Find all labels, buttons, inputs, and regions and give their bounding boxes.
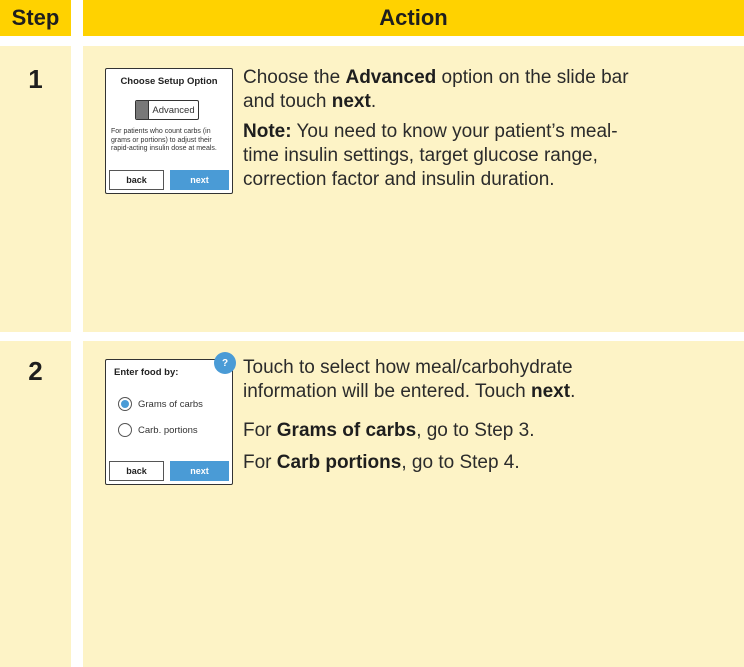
setup-option-screen: Choose Setup Option Advanced For patient… bbox=[105, 68, 233, 194]
instruction-table: Step Action 1 Choose Setup Option Advanc… bbox=[0, 0, 744, 667]
radio-empty-icon[interactable] bbox=[118, 423, 132, 437]
option-portions[interactable]: Carb. portions bbox=[118, 423, 198, 437]
enter-food-screen: Enter food by: ? Grams of carbs Carb. po… bbox=[105, 352, 236, 485]
advanced-slide-bar[interactable]: Advanced bbox=[135, 100, 199, 120]
step-number-2: 2 bbox=[28, 356, 43, 386]
header-action: Action bbox=[83, 0, 744, 36]
next-button[interactable]: next bbox=[170, 461, 229, 481]
back-button[interactable]: back bbox=[109, 170, 164, 190]
back-button[interactable]: back bbox=[109, 461, 164, 481]
slide-knob[interactable] bbox=[136, 101, 149, 119]
step-2-portions-line: For Carb portions, go to Step 4. bbox=[243, 452, 520, 473]
screen-title: Enter food by: bbox=[114, 367, 179, 378]
step-cell-2 bbox=[0, 341, 71, 667]
slide-label: Advanced bbox=[152, 104, 195, 116]
step-1-instruction: Choose the Advanced option on the slide … bbox=[243, 67, 629, 112]
help-icon[interactable]: ? bbox=[214, 352, 236, 374]
radio-selected-icon[interactable] bbox=[118, 397, 132, 411]
step-2-grams-line: For Grams of carbs, go to Step 3. bbox=[243, 420, 535, 441]
option-grams-label: Grams of carbs bbox=[138, 398, 203, 410]
option-portions-label: Carb. portions bbox=[138, 424, 198, 436]
option-grams[interactable]: Grams of carbs bbox=[118, 397, 203, 411]
step-number-1: 1 bbox=[28, 64, 43, 94]
screen-title: Choose Setup Option bbox=[120, 76, 218, 87]
header-step: Step bbox=[0, 0, 71, 36]
step-1-note: Note: You need to know your patient’s me… bbox=[243, 121, 618, 190]
option-description: For patients who count carbs (in grams o… bbox=[111, 128, 217, 152]
step-2-instruction: Touch to select how meal/carbohydrate in… bbox=[243, 357, 576, 402]
next-button[interactable]: next bbox=[170, 170, 229, 190]
